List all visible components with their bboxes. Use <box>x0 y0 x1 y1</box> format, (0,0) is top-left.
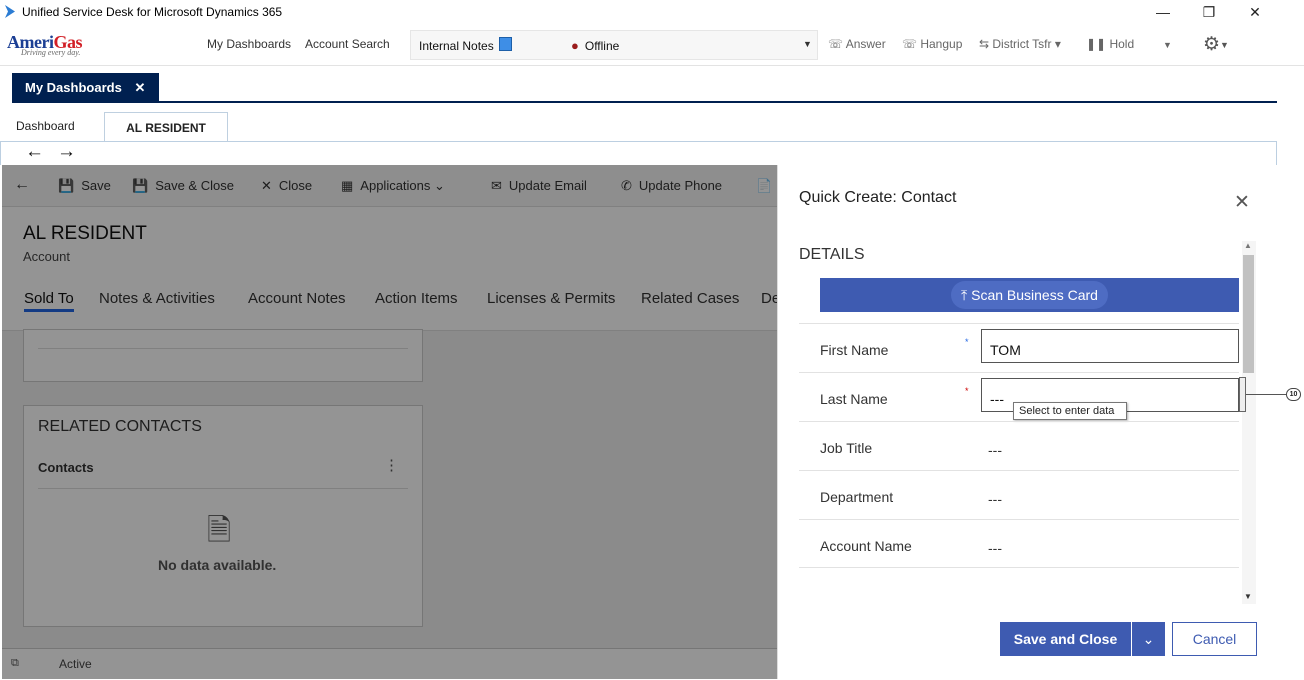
close-icon[interactable]: ✕ <box>1234 191 1250 214</box>
cancel-button[interactable]: Cancel <box>1172 622 1257 656</box>
hangup-button[interactable]: ☏ Hangup <box>902 37 962 51</box>
tab-divider <box>12 101 1277 103</box>
first-name-label: First Name <box>820 342 889 358</box>
phone-hangup-icon: ☏ <box>902 37 921 51</box>
tab-dashboard[interactable]: Dashboard <box>16 119 75 133</box>
department-label: Department <box>820 489 894 505</box>
job-title-input[interactable]: --- <box>988 442 1002 458</box>
offline-user-icon: ● <box>571 38 579 53</box>
business-recommended-indicator: * <box>965 337 969 347</box>
internal-notes-checkbox[interactable] <box>499 37 512 51</box>
back-arrow-icon[interactable]: ← <box>25 141 44 163</box>
internal-notes-box: Internal Notes ● Offline ▼ <box>410 30 818 60</box>
job-title-label: Job Title <box>820 440 873 456</box>
navigation-arrows: ← → <box>0 141 1277 165</box>
tab-al-resident[interactable]: AL RESIDENT <box>104 112 228 142</box>
annotation-marker <box>1239 377 1246 412</box>
field-department: Department --- <box>799 470 1239 519</box>
account-name-label: Account Name <box>820 538 912 554</box>
scan-business-card-bar: ⤒ Scan Business Card <box>820 278 1239 312</box>
account-name-input[interactable]: --- <box>988 540 1002 556</box>
scroll-up-icon[interactable]: ▲ <box>1244 241 1252 250</box>
main-toolbar: AmeriGas Driving every day. My Dashboard… <box>0 24 1304 66</box>
quick-create-title: Quick Create: Contact <box>799 189 957 206</box>
scrollbar-thumb[interactable] <box>1243 255 1254 373</box>
pause-icon: ❚❚ <box>1086 37 1110 51</box>
tooltip: Select to enter data <box>1013 402 1127 420</box>
window-title: Unified Service Desk for Microsoft Dynam… <box>22 5 283 19</box>
account-search-link[interactable]: Account Search <box>305 37 390 51</box>
quick-create-panel: Quick Create: Contact ✕ DETAILS ⤒ Scan B… <box>777 165 1277 679</box>
upload-icon: ⤒ <box>961 287 972 303</box>
scroll-down-icon[interactable]: ▼ <box>1244 592 1252 601</box>
last-name-label: Last Name <box>820 391 888 407</box>
save-and-close-button[interactable]: Save and Close <box>1000 622 1131 656</box>
details-section-title: DETAILS <box>799 246 865 263</box>
annotation-line <box>1246 394 1286 395</box>
department-input[interactable]: --- <box>988 491 1002 507</box>
session-tab-my-dashboards[interactable]: My Dashboards ✕ <box>12 73 159 102</box>
internal-notes-label: Internal Notes <box>419 39 494 53</box>
scan-business-card-button[interactable]: ⤒ Scan Business Card <box>951 281 1108 309</box>
field-job-title: Job Title --- <box>799 421 1239 470</box>
required-indicator: * <box>965 386 969 396</box>
title-bar: Unified Service Desk for Microsoft Dynam… <box>0 0 1304 24</box>
forward-arrow-icon[interactable]: → <box>57 141 76 163</box>
district-transfer-button[interactable]: ⇆ District Tsfr ▾ <box>979 37 1061 51</box>
close-window-button[interactable]: ✕ <box>1240 2 1270 22</box>
my-dashboards-link[interactable]: My Dashboards <box>207 37 291 51</box>
presence-dropdown-icon[interactable]: ▼ <box>803 39 812 49</box>
transfer-icon: ⇆ <box>979 37 993 51</box>
field-last-name: Last Name * --- Select to enter data <box>799 372 1239 421</box>
panel-scrollbar[interactable]: ▲ ▼ <box>1242 241 1256 604</box>
answer-button[interactable]: ☏ Answer <box>828 37 886 51</box>
dynamics-logo-icon <box>5 5 15 18</box>
presence-status[interactable]: ● Offline <box>571 38 619 53</box>
phone-answer-icon: ☏ <box>828 37 846 51</box>
annotation-badge: 10 <box>1286 388 1301 401</box>
modal-overlay[interactable] <box>2 165 777 679</box>
field-account-name: Account Name --- <box>799 519 1239 568</box>
first-name-input[interactable]: TOM <box>981 329 1239 363</box>
minimize-button[interactable]: — <box>1148 2 1178 22</box>
field-first-name: First Name * TOM <box>799 323 1239 372</box>
gear-icon[interactable]: ⚙▼ <box>1203 33 1229 56</box>
more-dropdown-icon[interactable]: ▼ <box>1163 40 1172 50</box>
maximize-button[interactable]: ❐ <box>1194 2 1224 22</box>
close-tab-icon[interactable]: ✕ <box>134 80 145 95</box>
chevron-down-icon[interactable]: ⌄ <box>1132 622 1165 656</box>
brand-tagline: Driving every day. <box>21 48 81 57</box>
hold-button[interactable]: ❚❚ Hold <box>1086 37 1134 51</box>
